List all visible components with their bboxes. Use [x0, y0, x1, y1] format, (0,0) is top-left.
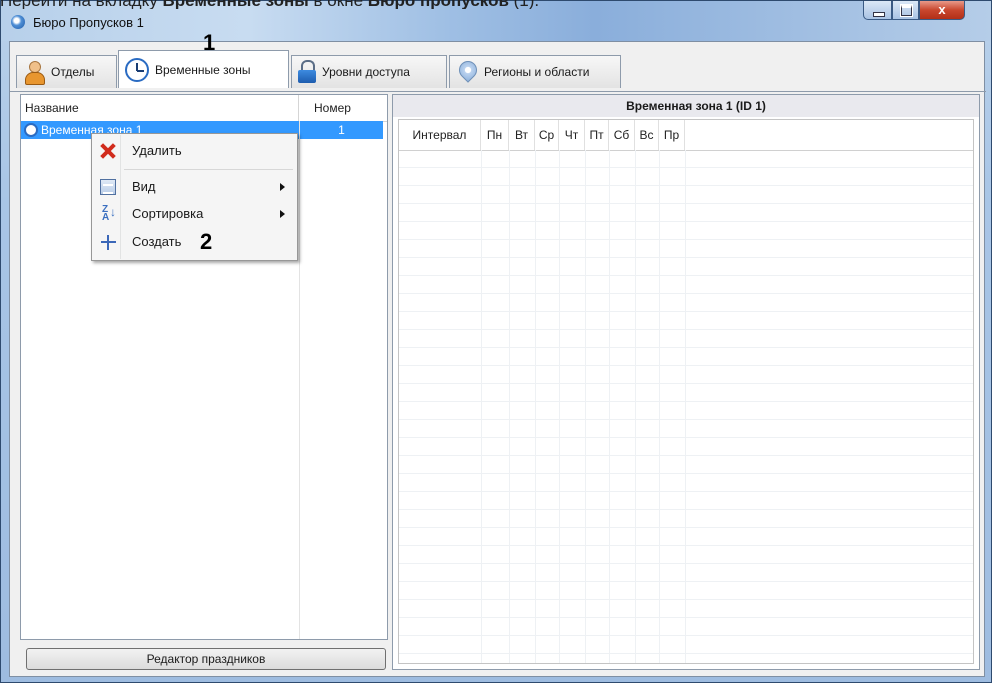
caption-middle: в окне [309, 0, 368, 9]
menu-item-sort[interactable]: Z A ↓ Сортировка [94, 202, 295, 226]
context-menu: Удалить Вид Z A ↓ Сортировка Создать [91, 133, 298, 261]
holiday-editor-button[interactable]: Редактор праздников [26, 648, 386, 670]
person-icon [23, 60, 45, 85]
window-controls: x [863, 1, 985, 28]
close-button[interactable]: x [919, 1, 965, 20]
delete-x-icon [100, 143, 116, 159]
column-header-wed[interactable]: Ср [535, 120, 559, 150]
sort-az-icon: Z A ↓ [102, 204, 116, 223]
menu-item-label: Вид [132, 179, 156, 194]
tab-label: Уровни доступа [322, 65, 410, 79]
column-header-sun[interactable]: Вс [635, 120, 659, 150]
column-header-mon[interactable]: Пн [481, 120, 509, 150]
row-number[interactable]: 1 [300, 121, 383, 139]
plus-icon [100, 234, 116, 250]
tab-regions[interactable]: Регионы и области [449, 55, 621, 88]
caption-suffix: (1). [509, 0, 540, 9]
tab-divider [10, 91, 986, 92]
time-zone-details: Временная зона 1 (ID 1) Интервал Пн Вт С… [392, 94, 980, 670]
tab-departments[interactable]: Отделы [16, 55, 117, 88]
app-icon [11, 15, 25, 29]
caption-bold-tab: Временные зоны [162, 0, 308, 9]
menu-item-label: Сортировка [132, 206, 204, 221]
column-header-thu[interactable]: Чт [559, 120, 585, 150]
column-header-tue[interactable]: Вт [509, 120, 535, 150]
menu-item-label: Создать [132, 234, 182, 249]
menu-separator [124, 169, 293, 170]
zone-title: Временная зона 1 (ID 1) [393, 95, 979, 117]
clock-icon [125, 57, 149, 82]
map-pin-icon [455, 57, 481, 84]
list-header: Название Номер [21, 95, 387, 122]
document-caption: Перейти на вкладку Временные зоны в окне… [0, 0, 870, 9]
window-title: Бюро Пропусков 1 [33, 15, 144, 30]
view-icon [100, 179, 116, 195]
annotation-step-2: 2 [200, 229, 213, 254]
tab-label: Временные зоны [155, 62, 251, 77]
column-header-fri[interactable]: Пт [585, 120, 609, 150]
column-header-name[interactable]: Название [21, 95, 299, 121]
caption-bold-window: Бюро пропусков [368, 0, 509, 9]
menu-item-delete[interactable]: Удалить [94, 139, 295, 163]
tab-strip: Отделы Временные зоны Уровни доступа Рег… [10, 46, 986, 92]
column-header-sat[interactable]: Сб [609, 120, 635, 150]
schedule-grid[interactable]: Интервал Пн Вт Ср Чт Пт Сб Вс Пр [398, 119, 974, 664]
app-window: Бюро Пропусков 1 x Отделы Временные зоны… [0, 0, 992, 683]
maximize-button[interactable] [892, 1, 919, 20]
column-header-holiday[interactable]: Пр [659, 120, 685, 150]
annotation-step-1: 1 [203, 30, 216, 55]
submenu-arrow-icon [280, 183, 285, 191]
caption-prefix: Перейти на вкладку [0, 0, 162, 9]
tab-access-levels[interactable]: Уровни доступа [291, 55, 447, 88]
schedule-rows [399, 150, 973, 663]
clock-icon [24, 123, 38, 137]
lock-icon [298, 60, 316, 84]
column-divider [299, 121, 300, 639]
submenu-arrow-icon [280, 210, 285, 218]
close-icon: x [938, 2, 946, 17]
menu-item-view[interactable]: Вид [94, 175, 295, 199]
menu-item-create[interactable]: Создать [94, 230, 295, 254]
column-header-number[interactable]: Номер [299, 95, 383, 121]
schedule-header: Интервал Пн Вт Ср Чт Пт Сб Вс Пр [399, 120, 973, 151]
tab-label: Отделы [51, 65, 95, 79]
tab-label: Регионы и области [484, 65, 590, 79]
column-header-interval[interactable]: Интервал [399, 120, 481, 150]
menu-item-label: Удалить [132, 143, 182, 158]
